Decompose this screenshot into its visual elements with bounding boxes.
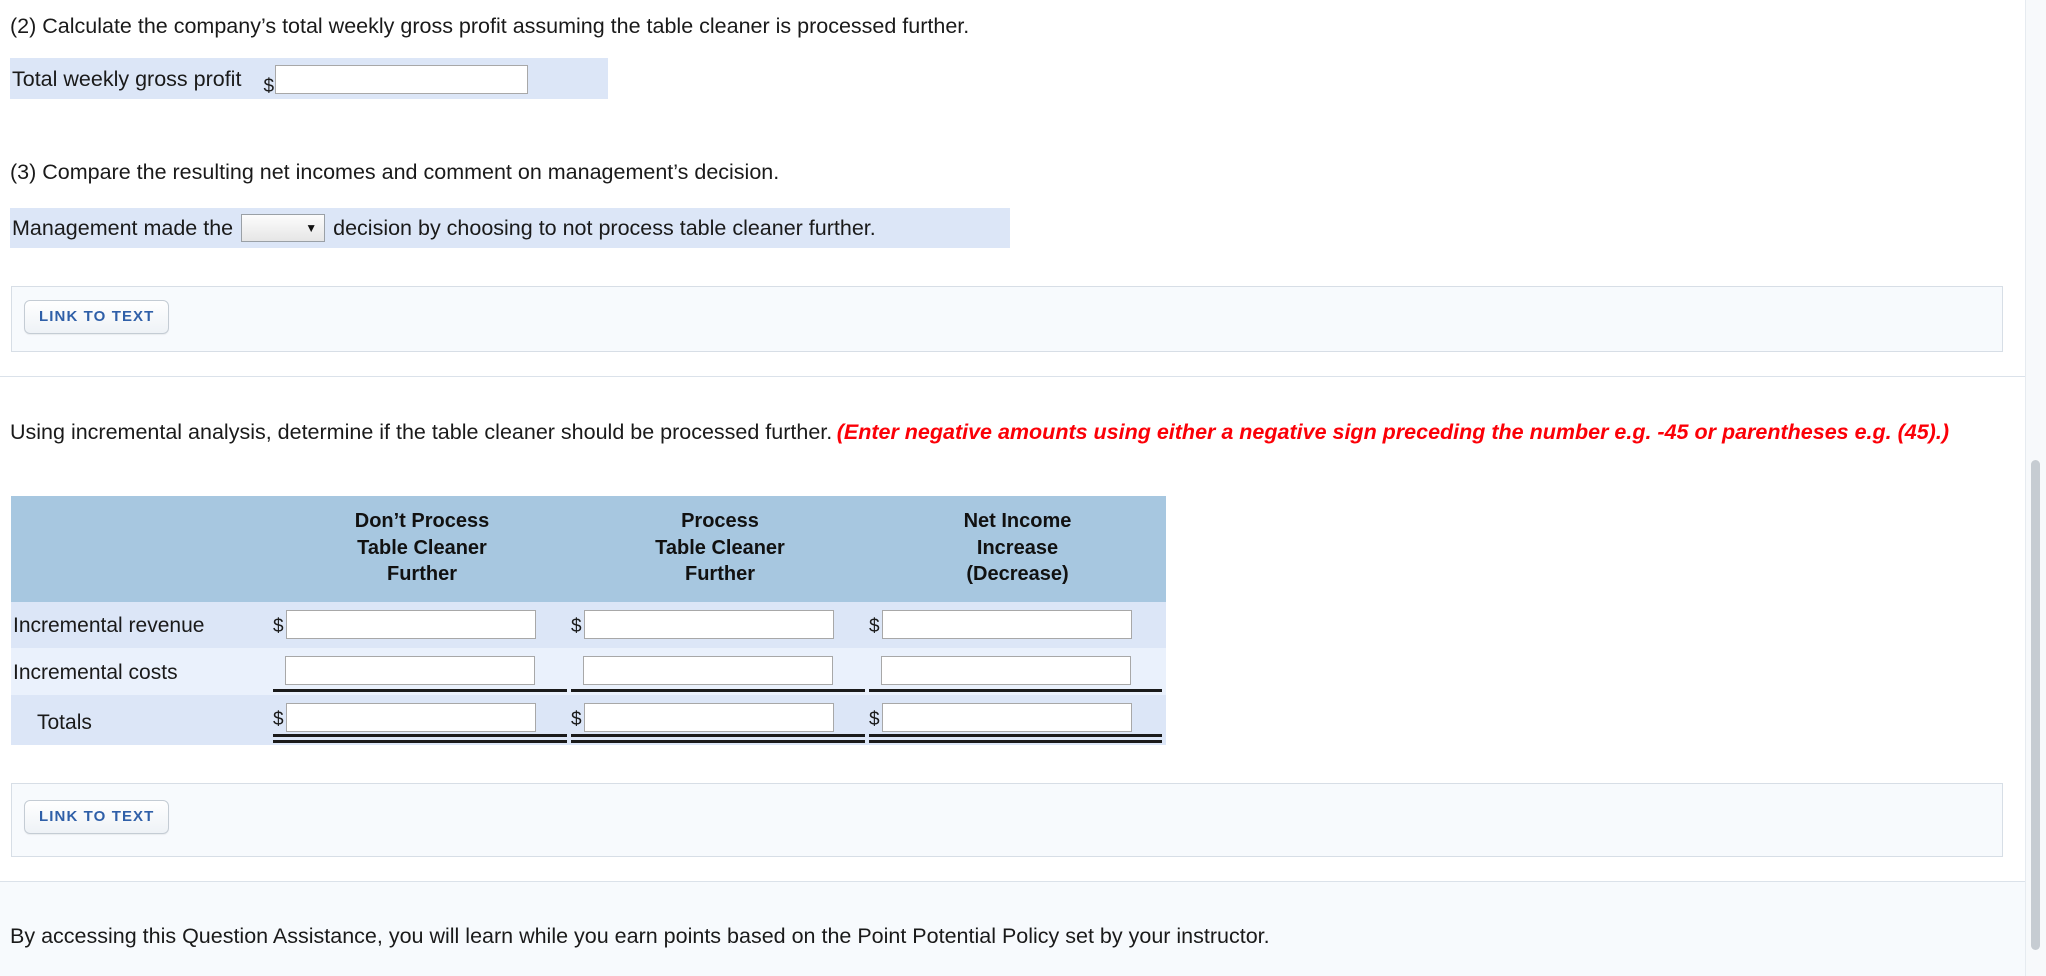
footer-panel: By accessing this Question Assistance, y…	[0, 882, 2026, 976]
header-cell-net-income: Net Income Increase (Decrease)	[869, 496, 1166, 602]
currency-symbol: $	[571, 708, 582, 730]
table-header-row: Don’t Process Table Cleaner Further Proc…	[11, 496, 1166, 602]
totals-dont-process-input[interactable]	[286, 702, 536, 732]
currency-symbol: $	[263, 76, 275, 97]
part-3-prompt: (3) Compare the resulting net incomes an…	[10, 160, 780, 184]
incremental-costs-dont-process-input[interactable]	[285, 655, 535, 685]
currency-symbol: $	[869, 615, 880, 637]
incremental-instruction-emphasis: (Enter negative amounts using either a n…	[836, 420, 1949, 444]
cell-dont-process	[273, 647, 571, 695]
cell-dont-process: $	[273, 694, 571, 745]
link-to-text-button-bottom[interactable]: LINK TO TEXT	[24, 800, 170, 834]
link-to-text-button-top[interactable]: LINK TO TEXT	[24, 300, 170, 334]
header-line: Table Cleaner	[357, 536, 487, 559]
totals-process-input[interactable]	[584, 702, 834, 732]
part-2-prompt: (2) Calculate the company’s total weekly…	[10, 14, 970, 38]
header-line: Table Cleaner	[655, 536, 785, 559]
header-line: Further	[685, 563, 755, 586]
incremental-instruction-plain: Using incremental analysis, determine if…	[10, 420, 833, 444]
management-decision-strip: Management made the ▼ decision by choosi…	[10, 208, 1010, 248]
section-divider	[0, 376, 2026, 377]
incremental-analysis-table: Don’t Process Table Cleaner Further Proc…	[11, 496, 1166, 745]
table-row: Totals $ $ $	[11, 694, 1166, 745]
header-cell-dont-process: Don’t Process Table Cleaner Further	[273, 496, 571, 602]
currency-symbol: $	[869, 708, 880, 730]
chevron-down-icon: ▼	[305, 221, 318, 235]
cell-process	[571, 647, 869, 695]
currency-symbol: $	[571, 615, 582, 637]
subtotal-rule	[869, 685, 1166, 695]
incremental-revenue-net-income-input[interactable]	[882, 609, 1132, 639]
link-to-text-panel-bottom: LINK TO TEXT	[11, 783, 2003, 857]
total-weekly-gross-profit-input[interactable]	[275, 65, 529, 94]
header-line: Don’t Process	[354, 510, 490, 532]
row-label-cell: Totals	[11, 694, 273, 745]
header-line: Increase	[976, 536, 1059, 559]
header-line: (Decrease)	[966, 563, 1069, 586]
header-cell-blank	[11, 496, 273, 602]
cell-net-income	[869, 647, 1166, 695]
page-scrollbar[interactable]	[2025, 0, 2046, 976]
page-scrollbar-thumb[interactable]	[2031, 460, 2040, 950]
management-decision-dropdown[interactable]: ▼	[241, 214, 326, 242]
cell-net-income: $	[869, 601, 1166, 648]
row-label-incremental-revenue: Incremental revenue	[13, 613, 205, 637]
subtotal-rule	[571, 685, 869, 695]
row-label-cell: Incremental revenue	[11, 601, 273, 648]
row-label-totals: Totals	[37, 710, 92, 734]
question-viewport: (2) Calculate the company’s total weekly…	[0, 0, 2026, 976]
totals-net-income-input[interactable]	[882, 702, 1132, 732]
cell-process: $	[571, 601, 869, 648]
row-label-incremental-costs: Incremental costs	[13, 660, 178, 684]
currency-symbol: $	[273, 615, 284, 637]
incremental-instruction: Using incremental analysis, determine if…	[10, 418, 2006, 447]
header-line: Process	[681, 510, 759, 532]
cell-process: $	[571, 694, 869, 745]
table-row: Incremental costs	[11, 647, 1166, 695]
management-sentence-before: Management made the	[12, 215, 234, 240]
header-cell-process: Process Table Cleaner Further	[571, 496, 869, 602]
cell-dont-process: $	[273, 601, 571, 648]
total-rule	[273, 732, 571, 745]
header-line: Net Income	[963, 510, 1072, 532]
table-row: Incremental revenue $ $ $	[11, 601, 1166, 648]
total-rule	[869, 732, 1166, 745]
management-sentence-after: decision by choosing to not process tabl…	[333, 215, 876, 240]
currency-symbol: $	[273, 708, 284, 730]
row-label-cell: Incremental costs	[11, 647, 273, 695]
incremental-costs-net-income-input[interactable]	[881, 655, 1131, 685]
link-to-text-panel-top: LINK TO TEXT	[11, 286, 2003, 352]
total-rule	[571, 732, 869, 745]
total-weekly-gross-profit-strip: Total weekly gross profit $	[10, 58, 608, 99]
header-line: Further	[387, 563, 457, 586]
cell-net-income: $	[869, 694, 1166, 745]
incremental-revenue-dont-process-input[interactable]	[286, 609, 536, 639]
question-assistance-note: By accessing this Question Assistance, y…	[10, 924, 1270, 948]
incremental-costs-process-input[interactable]	[583, 655, 833, 685]
subtotal-rule	[273, 685, 571, 695]
incremental-revenue-process-input[interactable]	[584, 609, 834, 639]
total-weekly-gross-profit-label: Total weekly gross profit	[12, 67, 242, 91]
